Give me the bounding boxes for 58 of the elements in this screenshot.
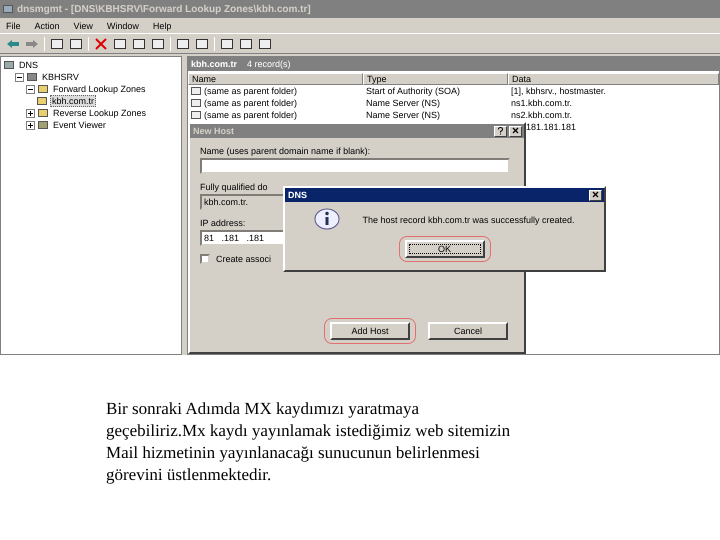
column-header[interactable]: Data bbox=[508, 73, 719, 85]
log-icon bbox=[38, 120, 48, 130]
menu-item[interactable]: Action bbox=[34, 20, 60, 30]
field-label: IP address: bbox=[200, 218, 246, 228]
tree-item[interactable]: Reverse Lookup Zones bbox=[51, 107, 148, 119]
table-cell: [1], kbhsrv., hostmaster. bbox=[511, 86, 606, 96]
close-button[interactable] bbox=[589, 190, 602, 200]
back-arrow-icon[interactable] bbox=[6, 38, 20, 50]
menu-item[interactable]: Help bbox=[152, 20, 172, 30]
window-title: dnsmgmt - [DNS\KBHSRV\Forward Lookup Zones\kbh.com.tr] bbox=[17, 4, 311, 14]
table-cell: Name Server (NS) bbox=[366, 110, 440, 120]
close-icon bbox=[512, 127, 519, 134]
menu-item[interactable]: File bbox=[6, 20, 21, 30]
info-icon bbox=[314, 208, 340, 232]
dialog-button[interactable]: Add Host bbox=[330, 322, 410, 340]
dialog-title: DNS bbox=[288, 190, 308, 200]
table-cell: (same as parent folder) bbox=[204, 86, 298, 96]
expand-toggle[interactable] bbox=[26, 120, 35, 130]
app-icon bbox=[3, 4, 13, 14]
tree-item[interactable]: Forward Lookup Zones bbox=[51, 83, 148, 95]
help-button[interactable] bbox=[494, 126, 507, 136]
table-cell: (same as parent folder) bbox=[204, 98, 298, 108]
expand-toggle[interactable] bbox=[26, 84, 35, 94]
name-field[interactable] bbox=[200, 158, 510, 174]
tree-item[interactable]: kbh.com.tr bbox=[50, 95, 96, 107]
table-cell: (same as parent folder) bbox=[204, 110, 298, 120]
table-cell: Name Server (NS) bbox=[366, 98, 440, 108]
table-cell: Start of Authority (SOA) bbox=[366, 86, 460, 96]
tree-item[interactable]: KBHSRV bbox=[40, 71, 81, 83]
close-button[interactable] bbox=[509, 126, 522, 136]
zone-title: kbh.com.tr bbox=[191, 59, 238, 69]
tree-item[interactable]: Event Viewer bbox=[51, 119, 108, 131]
computer-icon bbox=[4, 60, 14, 70]
delete-icon[interactable] bbox=[94, 38, 108, 50]
menu-item[interactable]: View bbox=[74, 20, 93, 30]
server-icon bbox=[27, 72, 37, 82]
menu-item[interactable]: Window bbox=[106, 20, 139, 30]
table-cell: ns1.kbh.com.tr. bbox=[511, 98, 572, 108]
plus-icon bbox=[27, 122, 34, 128]
checkbox[interactable] bbox=[200, 254, 210, 264]
checkbox-label: Create associ bbox=[216, 254, 272, 264]
ok-button[interactable]: OK bbox=[404, 240, 484, 258]
tree-item[interactable]: DNS bbox=[17, 59, 40, 71]
table-cell: ns2.kbh.com.tr. bbox=[511, 110, 572, 120]
caption-paragraph: Bir sonraki Adımda MX kaydımızı yaratmaya geçebiliriz.Mx kaydı yayınlamak istediğimiz web sitemizin Mail hizmetinin yayınlanacağı sunucunun belirlenmesi görevini üstlenmektedir. bbox=[106, 398, 512, 486]
expand-toggle[interactable] bbox=[26, 108, 35, 118]
message-text: The host record kbh.com.tr was successfully created. bbox=[362, 215, 575, 225]
dialog-title: New Host bbox=[193, 126, 234, 136]
close-icon bbox=[592, 191, 599, 198]
plus-icon bbox=[27, 110, 34, 116]
table-cell: 181.181.181 bbox=[526, 122, 576, 132]
column-header[interactable]: Type bbox=[363, 73, 508, 85]
field-label: Name (uses parent domain name if blank): bbox=[200, 146, 370, 156]
field-label: Fully qualified do bbox=[200, 182, 268, 192]
record-count: 4 record(s) bbox=[247, 59, 291, 69]
column-header[interactable]: Name bbox=[188, 73, 363, 85]
dialog-button[interactable]: Cancel bbox=[428, 322, 508, 340]
expand-toggle[interactable] bbox=[15, 72, 24, 82]
